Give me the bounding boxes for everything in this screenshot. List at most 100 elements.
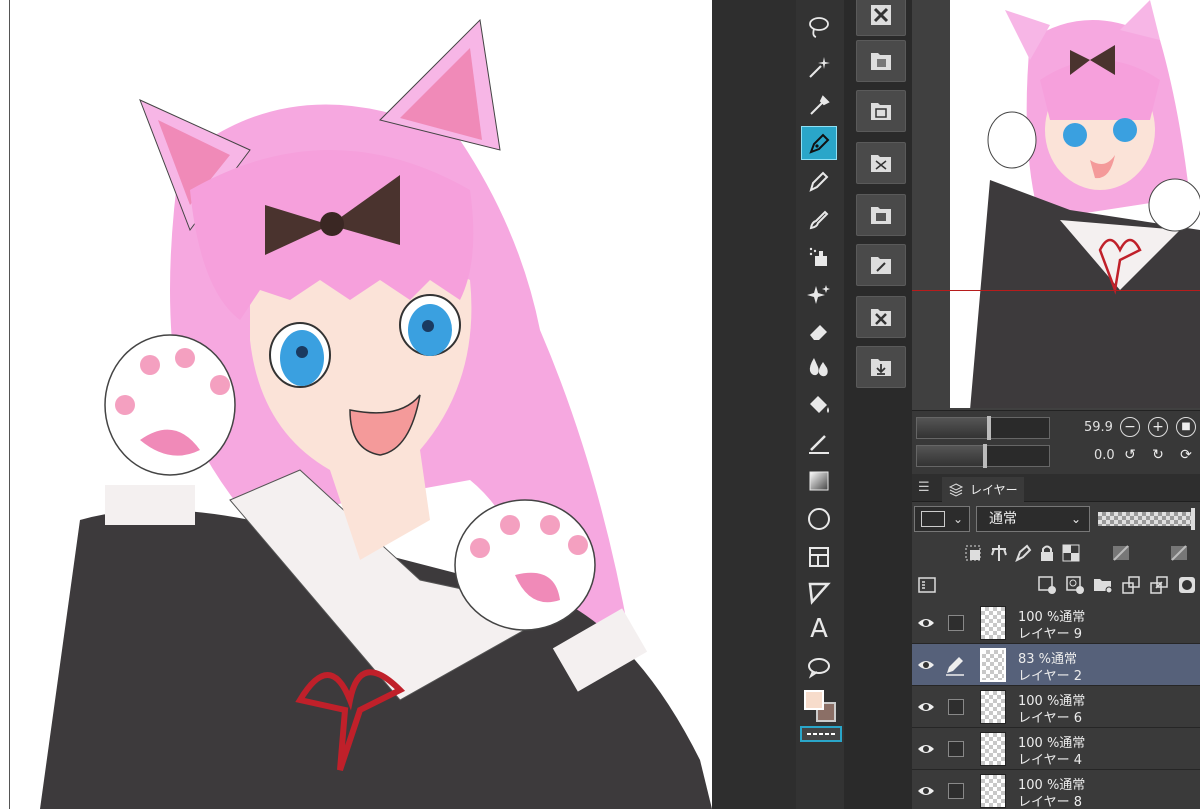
fill-tool[interactable] xyxy=(801,388,837,422)
figure-icon xyxy=(808,508,830,530)
balloon-icon xyxy=(808,658,830,679)
lock-transparency-icon[interactable] xyxy=(1060,542,1082,564)
transform-button[interactable] xyxy=(856,142,906,184)
navigator-panel[interactable] xyxy=(912,0,1200,410)
eye-icon[interactable] xyxy=(916,655,936,675)
new-raster-layer-icon[interactable] xyxy=(1036,574,1058,596)
layer-thumbnail xyxy=(980,690,1006,724)
decoration-icon xyxy=(807,285,830,304)
layer-mask-button[interactable] xyxy=(856,194,906,236)
layer-lock-box[interactable] xyxy=(948,741,964,757)
layer-lock-box[interactable] xyxy=(948,783,964,799)
layer-name: レイヤー 8 xyxy=(1018,795,1083,809)
ruler-disabled-icon[interactable] xyxy=(1168,542,1190,564)
blend-mode-select[interactable]: 通常 ⌄ xyxy=(976,506,1090,532)
zoom-value: 59.9 xyxy=(1084,420,1113,435)
clip-layer-icon[interactable] xyxy=(962,542,984,564)
zoom-in-button[interactable]: + xyxy=(1148,417,1168,437)
decoration-tool[interactable] xyxy=(801,278,837,312)
layer-lock-box[interactable] xyxy=(948,615,964,631)
rotate-right-button[interactable]: ↻ xyxy=(1148,445,1168,465)
fill-canvas-button[interactable] xyxy=(856,40,906,82)
layer-row[interactable]: 100 %通常 レイヤー 4 xyxy=(912,728,1200,770)
main-color-swatch[interactable] xyxy=(804,690,824,710)
layer-thumbnail xyxy=(980,774,1006,808)
pen-icon xyxy=(809,133,830,154)
color-swatches xyxy=(800,686,844,730)
expression-color-select[interactable]: ⌄ xyxy=(914,506,970,532)
layer-command-icons xyxy=(912,570,1200,600)
gradient-icon xyxy=(809,471,829,491)
rotate-value: 0.0 xyxy=(1094,448,1115,463)
eye-icon[interactable] xyxy=(916,739,936,759)
import-button[interactable] xyxy=(856,346,906,388)
layer-property-row: ⌄ 通常 ⌄ xyxy=(912,504,1200,536)
pen-tool[interactable] xyxy=(801,126,837,160)
airbrush-tool[interactable] xyxy=(801,240,837,274)
edit-button[interactable] xyxy=(856,244,906,286)
layer-property-icons xyxy=(912,538,1200,568)
zoom-slider[interactable] xyxy=(916,416,1050,440)
draft-layer-icon[interactable] xyxy=(1012,542,1034,564)
fit-view-button[interactable]: ■ xyxy=(1176,417,1196,437)
layer-lock-box[interactable] xyxy=(948,699,964,715)
pencil-tool[interactable] xyxy=(801,164,837,198)
new-vector-layer-icon[interactable] xyxy=(1064,574,1086,596)
combine-layer-icon[interactable] xyxy=(1148,574,1170,596)
opacity-slider-knob[interactable] xyxy=(1191,508,1195,530)
command-bar xyxy=(844,0,912,809)
rotate-slider-knob[interactable] xyxy=(983,444,987,468)
layer-row[interactable]: 100 %通常 レイヤー 6 xyxy=(912,686,1200,728)
eye-icon[interactable] xyxy=(916,613,936,633)
clear-selection-button[interactable] xyxy=(856,296,906,338)
reset-rotation-button[interactable]: ⟳ xyxy=(1176,445,1196,465)
layer-mask-add-icon[interactable] xyxy=(1176,574,1198,596)
reference-layer-icon[interactable] xyxy=(988,542,1010,564)
blend-tool[interactable] xyxy=(801,350,837,384)
lock-layer-icon[interactable] xyxy=(1036,542,1058,564)
tab-layer-label: レイヤー xyxy=(970,483,1018,497)
navigator-preview[interactable] xyxy=(950,0,1200,408)
gradient-tool[interactable] xyxy=(801,464,837,498)
layer-row[interactable]: 100 %通常 レイヤー 9 xyxy=(912,602,1200,644)
brush-tool[interactable] xyxy=(801,202,837,236)
eye-icon[interactable] xyxy=(916,697,936,717)
rotate-slider[interactable] xyxy=(916,444,1050,468)
eyedropper-tool[interactable] xyxy=(801,88,837,122)
lasso-icon xyxy=(809,17,829,38)
lasso-tool[interactable] xyxy=(801,10,837,44)
drawing-canvas[interactable] xyxy=(0,0,712,809)
line-tool[interactable] xyxy=(801,576,837,610)
panel-menu-icon[interactable]: ☰ xyxy=(918,480,930,495)
transparent-color-toggle[interactable] xyxy=(800,726,842,742)
zoom-slider-knob[interactable] xyxy=(987,416,991,440)
clear-button[interactable] xyxy=(856,0,906,36)
zoom-out-button[interactable]: − xyxy=(1120,417,1140,437)
tab-layer[interactable]: レイヤー xyxy=(942,477,1024,502)
magic-wand-tool[interactable] xyxy=(801,50,837,84)
ruler-tool[interactable] xyxy=(801,426,837,460)
layer-name: レイヤー 2 xyxy=(1018,669,1083,684)
layer-list-icon[interactable] xyxy=(916,574,938,596)
import-icon xyxy=(871,359,891,376)
layer-row-selected[interactable]: 83 %通常 レイヤー 2 xyxy=(912,644,1200,686)
line-icon xyxy=(808,582,831,605)
layer-thumbnail xyxy=(980,648,1006,682)
balloon-tool[interactable] xyxy=(801,650,837,684)
new-folder-icon[interactable] xyxy=(1092,574,1114,596)
pencil-icon xyxy=(809,171,829,192)
layer-row[interactable]: 100 %通常 レイヤー 8 xyxy=(912,770,1200,809)
clear-icon xyxy=(871,5,891,25)
eye-icon[interactable] xyxy=(916,781,936,801)
layer-settings-button[interactable] xyxy=(856,90,906,132)
mask-disabled-icon[interactable] xyxy=(1110,542,1132,564)
transfer-lower-icon[interactable] xyxy=(1120,574,1142,596)
window-gutter xyxy=(712,0,796,809)
frame-tool[interactable] xyxy=(801,540,837,574)
rotate-left-button[interactable]: ↺ xyxy=(1120,445,1140,465)
opacity-slider[interactable] xyxy=(1098,512,1194,526)
transform-icon xyxy=(871,155,891,172)
eraser-tool[interactable] xyxy=(801,314,837,348)
text-tool[interactable]: A xyxy=(801,612,837,646)
figure-tool[interactable] xyxy=(801,502,837,536)
